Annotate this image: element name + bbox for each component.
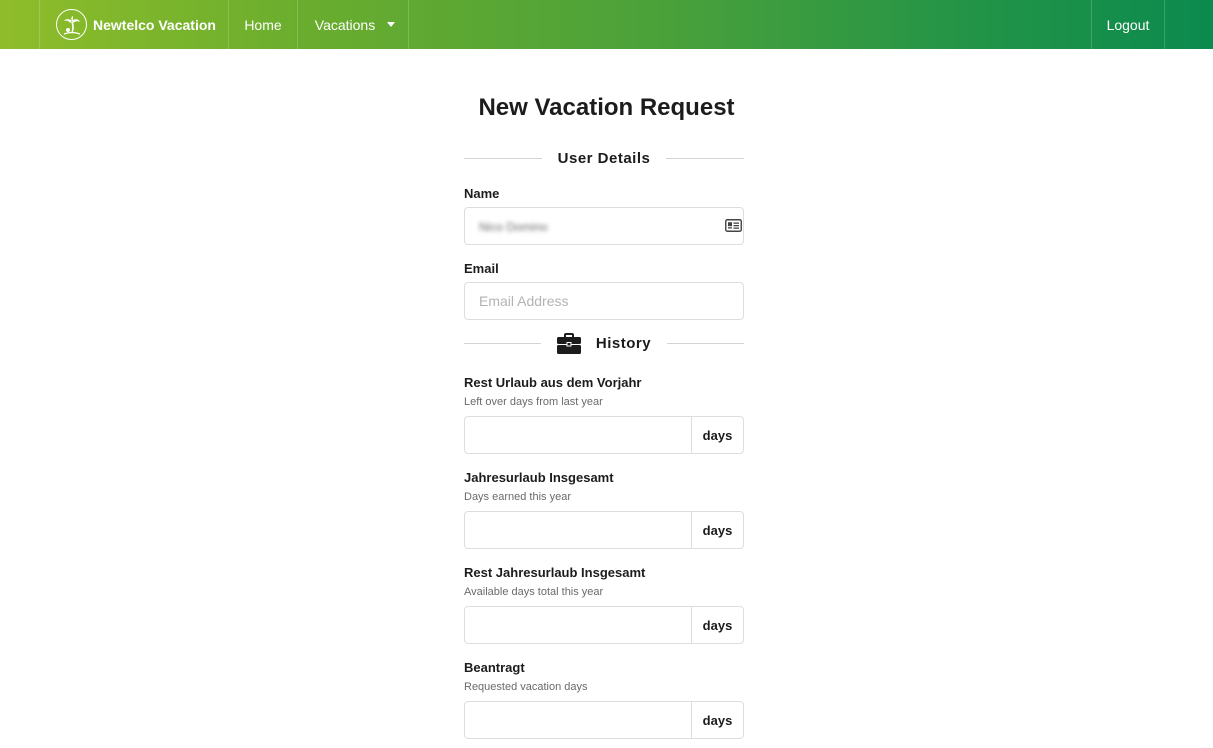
available-days-unit: days (691, 606, 744, 644)
earned-days-group: days (464, 511, 744, 549)
earned-days-label: Jahresurlaub Insgesamt (464, 470, 614, 485)
history-heading: History (595, 335, 652, 352)
id-card-icon (725, 219, 742, 237)
email-field[interactable] (464, 282, 744, 320)
earned-days-input[interactable] (464, 511, 691, 549)
history-divider: History (464, 333, 744, 354)
navbar-right-gutter (1165, 0, 1213, 49)
name-value: Nico Domino (479, 220, 548, 234)
page-title: New Vacation Request (478, 94, 735, 121)
requested-days-label: Beantragt (464, 660, 525, 675)
earned-days-unit: days (691, 511, 744, 549)
palm-tree-icon (56, 9, 87, 40)
available-days-hint: Available days total this year (464, 586, 604, 598)
available-days-input[interactable] (464, 606, 691, 644)
briefcase-icon (556, 333, 581, 354)
name-field-wrapper: Nico Domino (464, 207, 744, 245)
user-details-heading: User Details (557, 150, 651, 167)
caret-down-icon (387, 22, 396, 27)
name-field[interactable]: Nico Domino (464, 207, 744, 245)
nav-home[interactable]: Home (229, 0, 298, 49)
leftover-days-input[interactable] (464, 416, 691, 454)
earned-days-hint: Days earned this year (464, 491, 571, 503)
brand-link[interactable]: Newtelco Vacation (40, 0, 229, 49)
leftover-days-hint: Left over days from last year (464, 396, 603, 408)
requested-days-group: days (464, 701, 744, 739)
navbar-left-gutter (0, 0, 40, 49)
nav-logout-label: Logout (1106, 16, 1150, 33)
navbar-spacer (409, 0, 1091, 49)
nav-logout[interactable]: Logout (1091, 0, 1165, 49)
leftover-days-unit: days (691, 416, 744, 454)
email-label: Email (464, 261, 499, 276)
nav-vacations-dropdown[interactable]: Vacations (298, 0, 409, 49)
requested-days-hint: Requested vacation days (464, 681, 588, 693)
requested-days-input[interactable] (464, 701, 691, 739)
user-details-divider: User Details (464, 150, 744, 167)
brand-name: Newtelco Vacation (93, 16, 216, 33)
available-days-group: days (464, 606, 744, 644)
requested-days-unit: days (691, 701, 744, 739)
leftover-days-group: days (464, 416, 744, 454)
name-label: Name (464, 186, 500, 201)
nav-home-label: Home (244, 16, 282, 33)
top-navbar: Newtelco Vacation Home Vacations Logout (0, 0, 1213, 49)
available-days-label: Rest Jahresurlaub Insgesamt (464, 565, 646, 580)
nav-vacations-label: Vacations (314, 16, 376, 33)
leftover-days-label: Rest Urlaub aus dem Vorjahr (464, 375, 642, 390)
